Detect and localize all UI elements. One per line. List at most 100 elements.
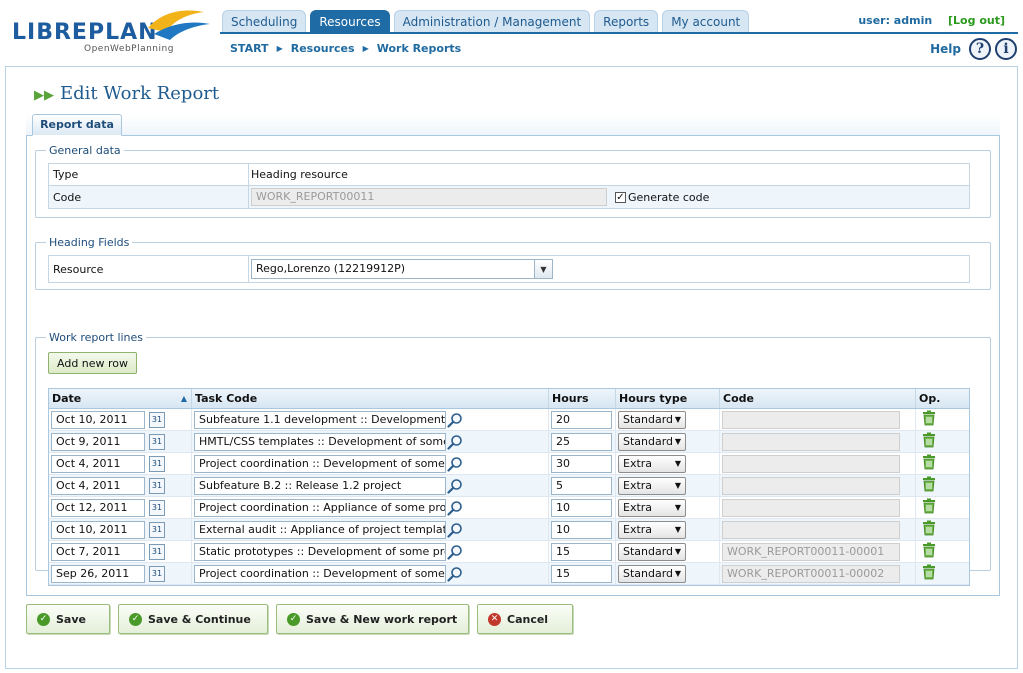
hours-type-select[interactable]: Extra ▼ — [618, 520, 686, 539]
tab-report-data[interactable]: Report data — [32, 114, 122, 136]
add-new-row-button[interactable]: Add new row — [48, 352, 138, 374]
table-row: Oct 9, 2011 31 HMTL/CSS templates :: Devel… — [49, 431, 969, 453]
save-continue-button[interactable]: ✓ Save & Continue — [118, 604, 268, 634]
hours-input[interactable]: 5 — [551, 476, 612, 495]
hours-type-select[interactable]: Standard ▼ — [618, 410, 686, 429]
tab-my-account[interactable]: My account — [662, 10, 750, 32]
hours-type-select[interactable]: Extra ▼ — [618, 454, 686, 473]
tab-scheduling[interactable]: Scheduling — [222, 10, 307, 32]
hours-cell: 5 — [549, 475, 616, 496]
tab-resources[interactable]: Resources — [310, 10, 390, 32]
save-new-work-report-button[interactable]: ✓ Save & New work report — [276, 604, 469, 634]
breadcrumb-start[interactable]: START — [230, 42, 269, 55]
calendar-icon[interactable]: 31 — [149, 455, 165, 472]
hours-type-select[interactable]: Standard ▼ — [618, 432, 686, 451]
cancel-button[interactable]: ✕ Cancel — [477, 604, 573, 634]
column-header-date[interactable]: Date ▲ — [49, 389, 192, 408]
trash-icon[interactable] — [922, 542, 936, 561]
task-code-input[interactable]: Project coordination :: Appliance of som… — [194, 498, 446, 517]
hours-input[interactable]: 15 — [551, 542, 612, 561]
table-body: Oct 10, 2011 31 Subfeature 1.1 development… — [49, 409, 969, 585]
tab-reports[interactable]: Reports — [594, 10, 659, 32]
trash-icon[interactable] — [922, 476, 936, 495]
trash-icon[interactable] — [922, 432, 936, 451]
column-header-task-code[interactable]: Task Code — [192, 389, 549, 408]
code-row: Code WORK_REPORT00011 ✓ Generate code — [49, 186, 969, 208]
trash-icon[interactable] — [922, 498, 936, 517]
task-code-input[interactable]: External audit :: Appliance of project t… — [194, 520, 446, 539]
column-header-hours[interactable]: Hours — [549, 389, 616, 408]
search-icon[interactable] — [446, 433, 463, 451]
general-data-legend: General data — [49, 144, 121, 157]
trash-icon[interactable] — [922, 454, 936, 473]
resource-input[interactable]: Rego,Lorenzo (12219912P) — [251, 259, 535, 279]
search-icon[interactable] — [446, 455, 463, 473]
hours-type-select[interactable]: Extra ▼ — [618, 476, 686, 495]
hours-input[interactable]: 25 — [551, 432, 612, 451]
checkbox-checked-icon[interactable]: ✓ — [615, 191, 626, 203]
calendar-icon[interactable]: 31 — [149, 411, 165, 428]
calendar-icon[interactable]: 31 — [149, 433, 165, 450]
task-code-input[interactable]: Subfeature B.2 :: Release 1.2 project — [194, 476, 446, 495]
search-icon[interactable] — [446, 499, 463, 517]
hours-type-select[interactable]: Standard ▼ — [618, 564, 686, 583]
task-code-input[interactable]: Static prototypes :: Development of some… — [194, 542, 446, 561]
column-header-hours-type[interactable]: Hours type — [616, 389, 720, 408]
trash-icon[interactable] — [922, 410, 936, 429]
save-button[interactable]: ✓ Save — [26, 604, 110, 634]
resource-label: Resource — [49, 256, 249, 282]
logout-link[interactable]: [Log out] — [948, 14, 1005, 27]
date-input[interactable]: Oct 10, 2011 — [51, 520, 145, 539]
hours-input[interactable]: 30 — [551, 454, 612, 473]
hours-cell: 25 — [549, 431, 616, 452]
tab-administration[interactable]: Administration / Management — [393, 10, 591, 32]
chevron-down-icon[interactable]: ▼ — [535, 259, 553, 279]
date-input[interactable]: Sep 26, 2011 — [51, 564, 145, 583]
op-cell — [916, 431, 969, 452]
info-icon[interactable]: i — [995, 38, 1017, 60]
search-icon[interactable] — [446, 477, 463, 495]
help-link[interactable]: Help — [930, 42, 961, 56]
task-code-cell: Subfeature B.2 :: Release 1.2 project — [192, 475, 549, 496]
hours-type-value: Extra — [623, 457, 653, 470]
calendar-icon[interactable]: 31 — [149, 543, 165, 560]
calendar-icon[interactable]: 31 — [149, 477, 165, 494]
hours-input[interactable]: 10 — [551, 498, 612, 517]
hours-input[interactable]: 20 — [551, 410, 612, 429]
task-code-input[interactable]: Subfeature 1.1 development :: Developmen… — [194, 410, 446, 429]
hours-input[interactable]: 10 — [551, 520, 612, 539]
date-input[interactable]: Oct 9, 2011 — [51, 432, 145, 451]
search-icon[interactable] — [446, 411, 463, 429]
hours-input[interactable]: 15 — [551, 564, 612, 583]
task-code-input[interactable]: HMTL/CSS templates :: Development of som… — [194, 432, 446, 451]
hours-type-select[interactable]: Standard ▼ — [618, 542, 686, 561]
hours-type-cell: Standard ▼ — [616, 541, 720, 562]
search-icon[interactable] — [446, 565, 463, 583]
search-icon[interactable] — [446, 521, 463, 539]
resource-combobox[interactable]: Rego,Lorenzo (12219912P) ▼ — [251, 259, 553, 279]
calendar-icon[interactable]: 31 — [149, 521, 165, 538]
generate-code-checkbox[interactable]: ✓ Generate code — [615, 191, 709, 204]
dropdown-arrow-icon: ▼ — [674, 525, 681, 534]
date-input[interactable]: Oct 10, 2011 — [51, 410, 145, 429]
libreplan-logo[interactable]: LIBREPLAN OpenWebPlanning — [12, 6, 212, 58]
task-code-input[interactable]: Project coordination :: Development of s… — [194, 454, 446, 473]
question-icon[interactable]: ? — [969, 38, 991, 60]
date-input[interactable]: Oct 12, 2011 — [51, 498, 145, 517]
date-input[interactable]: Oct 4, 2011 — [51, 454, 145, 473]
search-icon[interactable] — [446, 543, 463, 561]
task-code-input[interactable]: Project coordination :: Development of s… — [194, 564, 446, 583]
calendar-icon[interactable]: 31 — [149, 499, 165, 516]
column-header-code[interactable]: Code — [720, 389, 916, 408]
date-input[interactable]: Oct 7, 2011 — [51, 542, 145, 561]
hours-type-select[interactable]: Extra ▼ — [618, 498, 686, 517]
date-input[interactable]: Oct 4, 2011 — [51, 476, 145, 495]
calendar-icon[interactable]: 31 — [149, 565, 165, 582]
op-cell — [916, 453, 969, 474]
trash-icon[interactable] — [922, 520, 936, 539]
op-cell — [916, 497, 969, 518]
breadcrumb-work-reports[interactable]: Work Reports — [377, 42, 461, 55]
trash-icon[interactable] — [922, 564, 936, 583]
line-code-input: WORK_REPORT00011-00001 — [722, 542, 900, 561]
breadcrumb-resources[interactable]: Resources — [291, 42, 355, 55]
